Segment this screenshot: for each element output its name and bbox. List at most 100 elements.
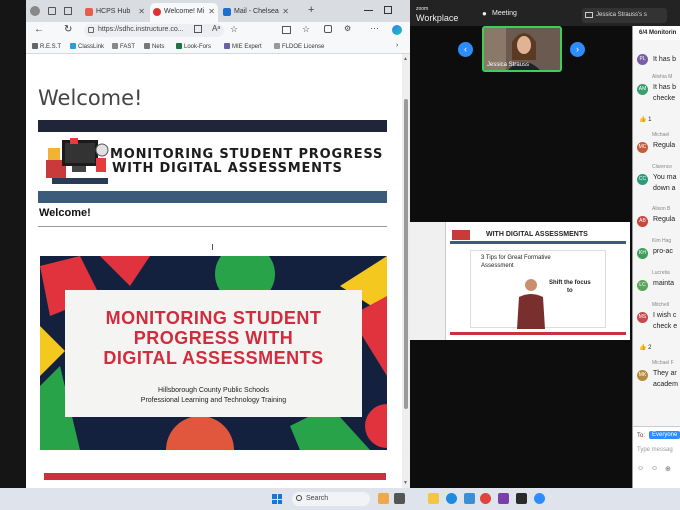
shared-slide-title-line: Assessment [481, 263, 514, 269]
taskbar-search[interactable]: Search [292, 492, 370, 506]
tab-welcome[interactable]: Welcome! Mi ✕ [150, 3, 218, 22]
new-tab-button[interactable]: + [308, 4, 314, 16]
collections-icon[interactable] [324, 25, 332, 33]
close-icon[interactable]: ✕ [282, 7, 289, 16]
tab-hcps-hub[interactable]: HCPS Hub ✕ [82, 3, 148, 22]
message-text: You ma [653, 174, 677, 181]
emoji-icon[interactable]: ☺ [651, 465, 658, 472]
tab-actions-icon[interactable] [64, 7, 72, 15]
zoom-logo: zoom Workplace [416, 5, 458, 25]
url-field[interactable]: https://sdhc.instructure.co... [84, 24, 224, 37]
url-text: https://sdhc.instructure.co... [98, 26, 184, 33]
scrollbar-thumb[interactable] [404, 99, 408, 409]
start-tile [277, 494, 282, 499]
favorite-fldoe-license[interactable]: FLDOE License [274, 43, 324, 50]
recipient-select[interactable]: Everyone [649, 431, 680, 439]
shared-screen[interactable]: WITH DIGITAL ASSESSMENTS 3 Tips for Grea… [410, 222, 630, 340]
close-icon[interactable]: ✕ [208, 7, 215, 16]
tab-bar: HCPS Hub ✕ Welcome! Mi ✕ Mail - Chelsea … [26, 0, 410, 22]
tab-label: HCPS Hub [96, 8, 131, 15]
poster-card: MONITORING STUDENT PROGRESS WITH DIGITAL… [65, 290, 362, 417]
hcps-favicon-icon [85, 8, 93, 16]
poster-title-line: PROGRESS WITH [133, 328, 294, 348]
avatar: AM [637, 84, 648, 95]
meeting-stage: ‹ Jessica Strauss › WITH DIGITAL ASSESSM… [410, 26, 632, 490]
screen-share-label[interactable]: Jessica Strauss's s [582, 8, 667, 23]
minimize-button[interactable] [364, 10, 373, 11]
attach-icon[interactable]: ⊕ [665, 465, 671, 473]
xbox-icon[interactable] [516, 493, 527, 504]
extensions-icon[interactable]: ⚙ [344, 24, 351, 33]
favorite-look-fors[interactable]: Look-Fors [176, 43, 211, 50]
refresh-icon[interactable]: ↻ [64, 24, 72, 35]
message-text: It has b [653, 56, 676, 63]
profile-icon[interactable] [30, 6, 40, 16]
footer-stripe [44, 473, 386, 480]
sender-name: Michael F [652, 360, 674, 366]
banner-top-stripe [38, 120, 387, 132]
paw-icon[interactable]: ● [482, 9, 487, 18]
zoom-header: zoom Workplace ● Meeting Jessica Strauss… [410, 0, 680, 26]
close-icon[interactable]: ✕ [138, 7, 145, 16]
tab-mail[interactable]: Mail - Chelsea ✕ [220, 3, 292, 22]
favorite-rest[interactable]: R.E.S.T [32, 43, 61, 50]
tab-label: Welcome! Mi [164, 8, 205, 15]
favorite-label: Nets [152, 44, 165, 50]
chevron-right-icon[interactable]: › [396, 42, 398, 49]
classlink-icon [70, 43, 76, 49]
file-explorer-icon[interactable] [428, 493, 439, 504]
refresh-page-icon [274, 43, 280, 49]
store-icon[interactable] [464, 493, 475, 504]
app-available-icon[interactable] [194, 25, 202, 33]
favorite-fast[interactable]: FAST [112, 43, 135, 50]
page-scrollbar[interactable]: ▲ ▼ [402, 54, 410, 490]
edge-icon[interactable] [446, 493, 457, 504]
widgets-icon[interactable] [378, 493, 389, 504]
page-title: Welcome! [38, 86, 143, 110]
lock-icon [88, 27, 94, 33]
start-icon[interactable] [272, 494, 282, 504]
scroll-up-icon[interactable]: ▲ [403, 56, 408, 62]
shared-banner: WITH DIGITAL ASSESSMENTS [450, 226, 626, 244]
more-icon[interactable]: ··· [370, 23, 379, 33]
favorites-icon[interactable]: ☆ [302, 24, 310, 35]
zoom-taskbar-icon[interactable] [534, 493, 545, 504]
chrome-icon[interactable] [480, 493, 491, 504]
message-text: Regula [653, 142, 676, 149]
sender-name: Alishia M [652, 74, 673, 80]
reaction[interactable]: 👍 2 [639, 344, 651, 351]
favorite-star-icon[interactable]: ☆ [230, 24, 238, 35]
next-video-button[interactable]: › [570, 42, 585, 57]
favorite-mie-expert[interactable]: MIE Expert [224, 43, 262, 50]
read-aloud-icon[interactable]: Aᵃ [212, 24, 220, 33]
favorite-classlink[interactable]: ClassLink [70, 43, 104, 50]
page-icon [112, 43, 118, 49]
computer-illustration-icon [46, 138, 109, 184]
task-view-icon[interactable] [394, 493, 405, 504]
format-icon[interactable]: ☺ [637, 465, 644, 472]
back-icon[interactable]: ← [34, 24, 44, 35]
message-input[interactable]: Type messag [637, 447, 673, 453]
scroll-down-icon[interactable]: ▼ [403, 480, 408, 486]
meeting-tab[interactable]: Meeting [492, 10, 517, 17]
reaction[interactable]: 👍 1 [639, 116, 651, 123]
teams-icon [224, 43, 230, 49]
copilot-icon[interactable] [392, 25, 402, 35]
onenote-icon[interactable] [498, 493, 509, 504]
maximize-button[interactable] [384, 6, 392, 14]
workspaces-icon[interactable] [48, 7, 56, 15]
message-text: academ [653, 381, 678, 388]
banner-title-line: MONITORING STUDENT PROGRESS [110, 147, 384, 162]
favorite-label: FAST [120, 44, 136, 50]
start-tile [277, 499, 282, 504]
divider [38, 226, 387, 227]
participant-video[interactable]: Jessica Strauss [482, 26, 562, 72]
avatar: AB [637, 216, 648, 227]
tab-label: Mail - Chelsea [234, 8, 279, 15]
favorite-nets[interactable]: Nets [144, 43, 164, 50]
previous-video-button[interactable]: ‹ [458, 42, 473, 57]
split-screen-icon[interactable] [282, 26, 291, 34]
banner-bottom-stripe [38, 191, 387, 203]
sender-name: Lucretia [652, 270, 670, 276]
shared-slide-focus-line: to [567, 288, 573, 294]
